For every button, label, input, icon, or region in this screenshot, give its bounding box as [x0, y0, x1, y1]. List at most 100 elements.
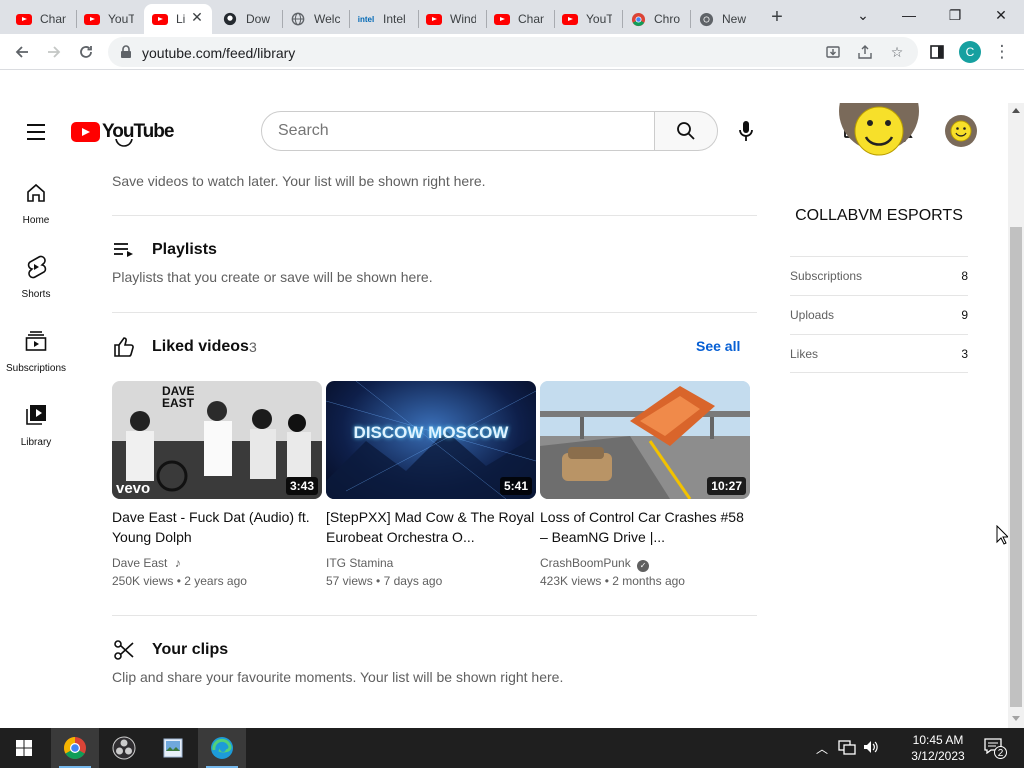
chrome-icon	[64, 737, 86, 759]
new-tab-button[interactable]: +	[768, 7, 786, 27]
youtube-icon	[152, 11, 168, 27]
lock-icon[interactable]	[120, 45, 132, 64]
browser-tab[interactable]: YouT	[554, 4, 620, 34]
voice-search-button[interactable]	[730, 115, 762, 147]
scroll-up-icon[interactable]	[1012, 108, 1020, 113]
view-count: 423K views	[540, 574, 602, 588]
video-title[interactable]: [StepPXX] Mad Cow & The Royal Eurobeat O…	[326, 507, 536, 547]
restore-button[interactable]: ❐	[932, 0, 978, 30]
guide-item-subscriptions[interactable]: Subscriptions	[0, 329, 72, 374]
taskbar-chrome[interactable]	[51, 728, 99, 768]
divider	[112, 615, 757, 616]
guide-label: Home	[22, 215, 50, 226]
search-icon	[677, 122, 695, 140]
music-note-icon: ♪	[174, 556, 181, 570]
system-clock[interactable]: 10:45 AM 3/12/2023	[900, 732, 976, 764]
search-input[interactable]	[278, 122, 638, 140]
scroll-down-icon[interactable]	[1012, 716, 1020, 721]
action-center-icon[interactable]: 2	[984, 738, 1008, 759]
channel-name[interactable]: CrashBoomPunk ✓	[540, 556, 650, 572]
account-avatar[interactable]	[945, 115, 977, 147]
video-title[interactable]: Loss of Control Car Crashes #58 – BeamNG…	[540, 507, 750, 547]
youtube-icon	[84, 11, 100, 27]
video-thumbnail[interactable]: DAVE EAST vevo 3:43	[112, 381, 322, 499]
notification-badge: 2	[994, 746, 1007, 759]
see-all-button[interactable]: See all	[696, 338, 740, 354]
browser-tab[interactable]: Wind	[418, 4, 484, 34]
guide-item-library[interactable]: Library	[0, 403, 72, 448]
video-thumbnail[interactable]: 10:27	[540, 381, 750, 499]
address-bar[interactable]: youtube.com/feed/library ☆	[108, 37, 918, 67]
clock-time: 10:45 AM	[912, 733, 964, 747]
thumbs-up-icon	[112, 335, 136, 359]
tab-search-icon[interactable]: ⌄	[840, 0, 886, 30]
browser-tab[interactable]: Dow	[214, 4, 278, 34]
globe-icon	[290, 11, 306, 27]
channel-name[interactable]: Dave East ♪	[112, 556, 181, 570]
browser-toolbar: youtube.com/feed/library ☆ ⋮	[0, 34, 1024, 70]
tab-title: Chro	[654, 12, 680, 26]
taskbar-edge[interactable]	[198, 728, 246, 768]
intel-icon: intel	[357, 14, 375, 24]
chevron-up-icon[interactable]: ︿	[816, 740, 828, 757]
library-icon	[24, 403, 48, 427]
playlists-title[interactable]: Playlists	[152, 241, 217, 259]
guide-label: Subscriptions	[5, 363, 67, 374]
stat-label: Subscriptions	[790, 269, 863, 283]
start-button[interactable]	[0, 728, 48, 768]
tab-title: Chan	[40, 12, 66, 26]
verified-icon: ✓	[637, 560, 650, 572]
close-window-button[interactable]: ✕	[978, 0, 1024, 30]
close-tab-icon[interactable]: ✕	[189, 9, 205, 25]
forward-button[interactable]	[42, 40, 66, 64]
browser-tab[interactable]: Chan	[486, 4, 552, 34]
tab-title: Intel	[383, 12, 406, 26]
browser-tab[interactable]: YouT	[76, 4, 140, 34]
minimize-button[interactable]: —	[886, 0, 932, 30]
browser-tab[interactable]: Chan	[8, 4, 70, 34]
home-icon	[24, 181, 48, 205]
bookmark-star-icon[interactable]: ☆	[889, 44, 905, 60]
video-duration: 10:27	[707, 477, 746, 495]
guide-item-shorts[interactable]: Shorts	[0, 255, 72, 300]
install-app-icon[interactable]	[825, 44, 841, 60]
scrollbar-thumb[interactable]	[1010, 227, 1022, 707]
channel-name-text: Dave East	[112, 556, 168, 570]
side-panel-icon[interactable]	[925, 40, 949, 64]
search-box[interactable]	[261, 111, 655, 151]
taskbar-obs[interactable]	[100, 728, 148, 768]
image-viewer-icon	[163, 738, 183, 758]
stat-label: Likes	[790, 347, 819, 361]
network-icon[interactable]	[838, 739, 856, 760]
share-icon[interactable]	[857, 44, 873, 60]
browser-tab[interactable]: intel Intel	[349, 4, 415, 34]
profile-avatar[interactable]: C	[959, 41, 981, 63]
browser-tab[interactable]: Welc	[282, 4, 346, 34]
stat-value: 8	[961, 269, 968, 283]
channel-avatar[interactable]	[839, 103, 919, 191]
taskbar-app[interactable]	[149, 728, 197, 768]
video-thumbnail[interactable]: DISCOW MOSCOW 5:41	[326, 381, 536, 499]
tab-title: Chan	[518, 12, 544, 26]
guide-item-home[interactable]: Home	[0, 181, 72, 226]
video-title[interactable]: Dave East - Fuck Dat (Audio) ft. Young D…	[112, 507, 322, 547]
chrome-icon	[630, 11, 646, 27]
liked-videos-count: 3	[249, 339, 257, 355]
browser-tab[interactable]: New	[690, 4, 754, 34]
browser-tab[interactable]: Chro	[622, 4, 688, 34]
your-clips-title[interactable]: Your clips	[152, 641, 228, 659]
channel-name[interactable]: ITG Stamina	[326, 556, 393, 570]
chrome-menu-icon[interactable]: ⋮	[990, 40, 1014, 64]
volume-icon[interactable]	[862, 739, 880, 760]
video-meta: 423K views • 2 months ago	[540, 574, 685, 588]
chrome-icon	[698, 11, 714, 27]
back-button[interactable]	[10, 40, 34, 64]
menu-icon[interactable]	[27, 124, 45, 145]
reload-button[interactable]	[74, 40, 98, 64]
tab-title: Welc	[314, 12, 340, 26]
youtube-icon	[16, 11, 32, 27]
liked-videos-title[interactable]: Liked videos	[152, 338, 249, 356]
stat-row-uploads: Uploads 9	[790, 295, 968, 334]
search-button[interactable]	[654, 111, 718, 151]
edge-icon	[211, 737, 233, 759]
